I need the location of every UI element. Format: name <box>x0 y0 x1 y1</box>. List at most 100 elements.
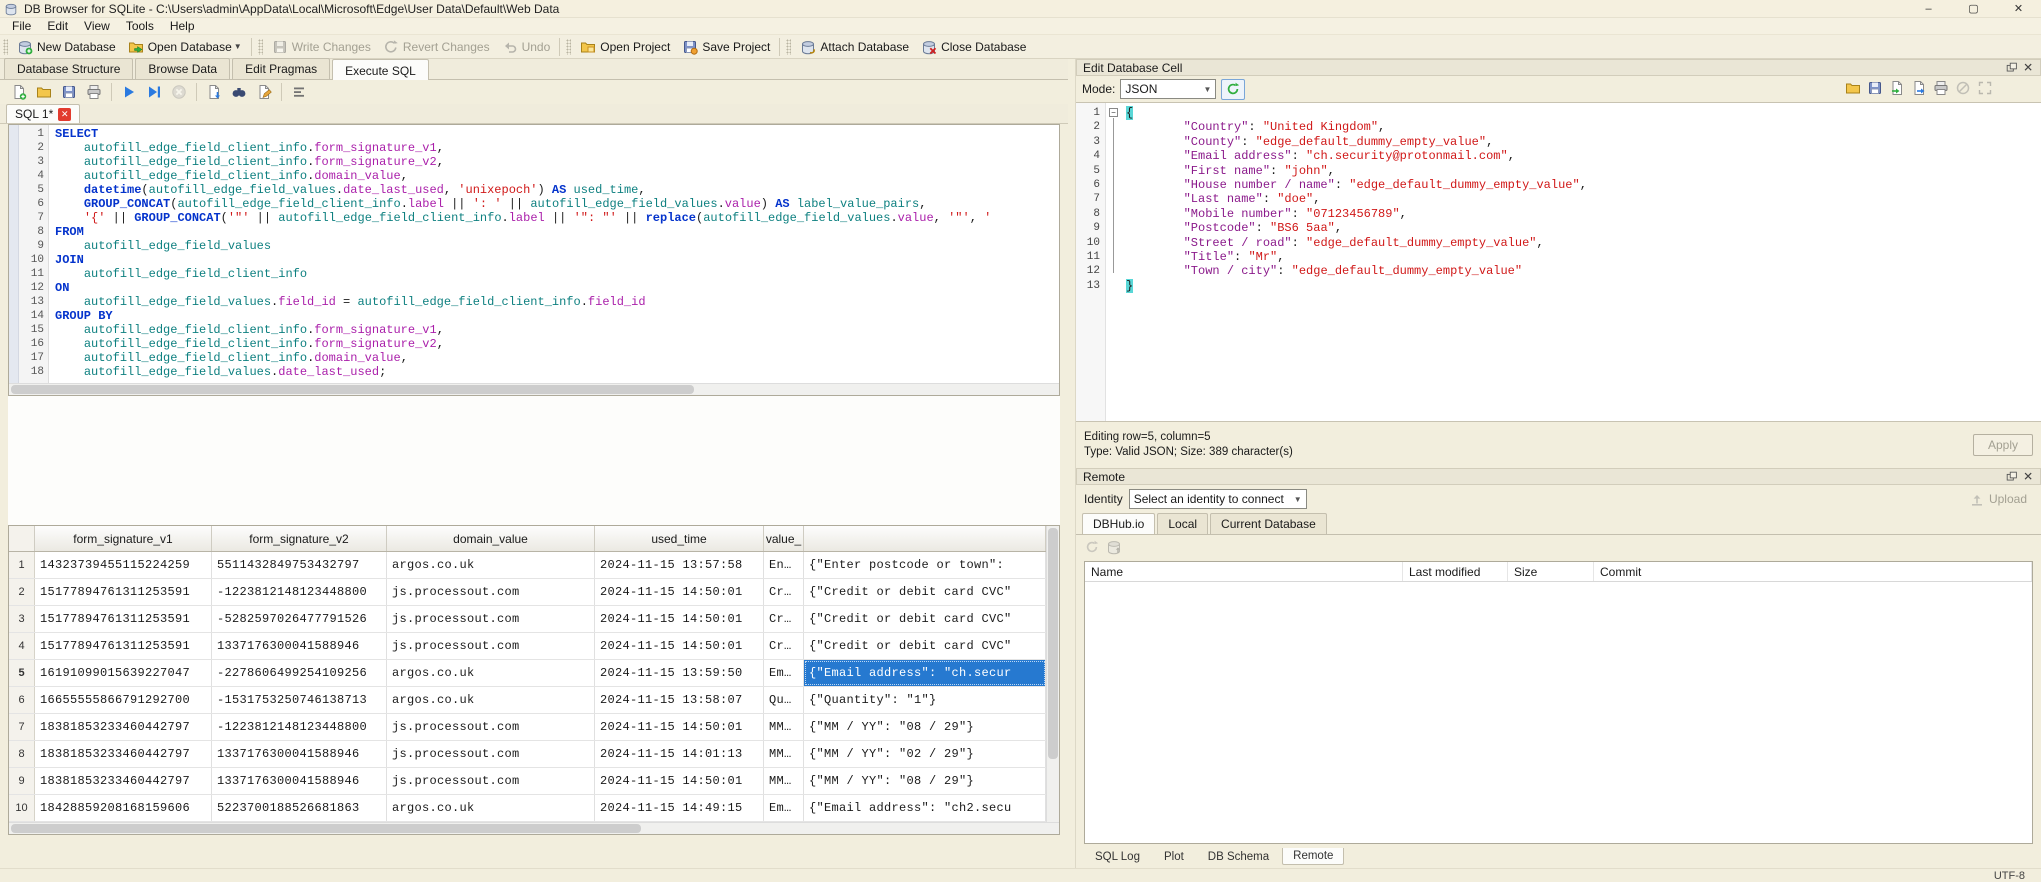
column-header-used_time[interactable]: used_time <box>595 526 764 551</box>
tab-execute-sql[interactable]: Execute SQL <box>332 59 429 80</box>
remote-tab-dbhub-io[interactable]: DBHub.io <box>1082 513 1156 534</box>
table-cell[interactable]: js.processout.com <box>387 768 595 794</box>
row-number[interactable]: 4 <box>9 633 35 659</box>
dock-tab-remote[interactable]: Remote <box>1282 848 1345 865</box>
table-cell[interactable]: En… <box>764 552 804 578</box>
save-sql-file-button[interactable] <box>58 81 80 103</box>
menu-file[interactable]: File <box>4 18 39 34</box>
table-cell[interactable]: js.processout.com <box>387 633 595 659</box>
panel-splitter[interactable] <box>1068 59 1075 868</box>
table-cell[interactable]: {"Credit or debit card CVC" <box>804 579 1046 605</box>
table-cell[interactable]: 16191099015639227047 <box>35 660 212 686</box>
table-cell[interactable]: {"MM / YY": "08 / 29"} <box>804 714 1046 740</box>
table-cell[interactable]: Cr… <box>764 633 804 659</box>
table-cell[interactable]: {"MM / YY": "08 / 29"} <box>804 768 1046 794</box>
table-cell[interactable]: -5282597026477791526 <box>212 606 387 632</box>
table-cell[interactable]: Cr… <box>764 606 804 632</box>
table-cell[interactable]: MM… <box>764 714 804 740</box>
export-button[interactable] <box>1911 80 1927 99</box>
table-cell[interactable]: argos.co.uk <box>387 660 595 686</box>
close-panel-icon[interactable] <box>2022 61 2036 75</box>
table-cell[interactable]: Qu… <box>764 687 804 713</box>
table-cell[interactable]: -1223812148123448800 <box>212 714 387 740</box>
dock-tab-sql-log[interactable]: SQL Log <box>1084 848 1151 866</box>
null-value-button[interactable] <box>1955 80 1971 99</box>
table-cell[interactable]: 2024-11-15 14:01:13 <box>595 741 764 767</box>
table-cell[interactable]: 5511432849753432797 <box>212 552 387 578</box>
sync-icon[interactable] <box>1084 539 1100 555</box>
open-file-button[interactable] <box>1845 80 1861 99</box>
table-cell[interactable]: 16655555866791292700 <box>35 687 212 713</box>
row-number[interactable]: 1 <box>9 552 35 578</box>
tab-database-structure[interactable]: Database Structure <box>4 58 134 79</box>
row-number[interactable]: 7 <box>9 714 35 740</box>
table-cell[interactable]: js.processout.com <box>387 741 595 767</box>
table-cell[interactable]: Em… <box>764 660 804 686</box>
open-database-button[interactable]: Open Database ▼ <box>122 36 248 58</box>
tab-edit-pragmas[interactable]: Edit Pragmas <box>232 58 331 79</box>
table-cell[interactable]: 2024-11-15 14:50:01 <box>595 714 764 740</box>
table-cell[interactable]: argos.co.uk <box>387 795 595 821</box>
mode-select[interactable]: JSON ▼ <box>1120 79 1217 99</box>
remote-tab-local[interactable]: Local <box>1157 513 1209 534</box>
minimize-button[interactable]: – <box>1906 0 1951 18</box>
table-cell[interactable]: -1531753250746138713 <box>212 687 387 713</box>
row-number[interactable]: 5 <box>9 660 35 686</box>
table-cell[interactable]: 15177894761311253591 <box>35 579 212 605</box>
revert-changes-button[interactable]: Revert Changes <box>377 36 496 58</box>
dock-tab-db-schema[interactable]: DB Schema <box>1197 848 1280 866</box>
table-cell[interactable]: {"Enter postcode or town": <box>804 552 1046 578</box>
print-button[interactable] <box>83 81 105 103</box>
table-cell[interactable]: Em… <box>764 795 804 821</box>
table-cell[interactable]: {"Email address": "ch2.secu <box>804 795 1046 821</box>
identity-select[interactable]: Select an identity to connect ▼ <box>1128 489 1307 509</box>
table-cell[interactable]: 1337176300041588946 <box>212 768 387 794</box>
table-cell[interactable]: 2024-11-15 14:50:01 <box>595 768 764 794</box>
save-results-button[interactable] <box>203 81 225 103</box>
new-database-button[interactable]: New Database <box>11 36 122 58</box>
table-cell[interactable]: 18381853233460442797 <box>35 714 212 740</box>
table-cell[interactable]: 18381853233460442797 <box>35 741 212 767</box>
remote-column-commit[interactable]: Commit <box>1594 562 2032 581</box>
column-header-domain_value[interactable]: domain_value <box>387 526 595 551</box>
remote-column-last-modified[interactable]: Last modified <box>1403 562 1508 581</box>
row-number[interactable]: 8 <box>9 741 35 767</box>
tab-browse-data[interactable]: Browse Data <box>135 58 231 79</box>
attach-database-button[interactable]: Attach Database <box>794 36 915 58</box>
execute-current-button[interactable] <box>143 81 165 103</box>
sql-editor[interactable]: 1 2 3 4 5 6 7 8 9 10 11 12 13 14 15 16 17 18 SELECT autof… <box>8 124 1060 396</box>
float-panel-icon[interactable] <box>2005 61 2019 75</box>
table-cell[interactable]: 15177894761311253591 <box>35 633 212 659</box>
grid-hscrollbar[interactable] <box>9 822 1059 834</box>
table-cell[interactable]: 2024-11-15 13:57:58 <box>595 552 764 578</box>
table-cell[interactable]: Cr… <box>764 579 804 605</box>
column-header-form_signature_v1[interactable]: form_signature_v1 <box>35 526 212 551</box>
execute-all-button[interactable] <box>118 81 140 103</box>
table-cell[interactable]: MM… <box>764 741 804 767</box>
find-button[interactable] <box>228 81 250 103</box>
table-cell[interactable]: 14323739455115224259 <box>35 552 212 578</box>
undo-button[interactable]: Undo <box>496 36 557 58</box>
table-cell[interactable]: -2278606499254109256 <box>212 660 387 686</box>
fold-collapse-icon[interactable]: − <box>1109 108 1118 117</box>
table-cell[interactable]: {"MM / YY": "02 / 29"} <box>804 741 1046 767</box>
table-cell[interactable]: 1337176300041588946 <box>212 633 387 659</box>
row-number[interactable]: 9 <box>9 768 35 794</box>
column-header-form_signature_v2[interactable]: form_signature_v2 <box>212 526 387 551</box>
table-cell[interactable]: 1337176300041588946 <box>212 741 387 767</box>
table-cell[interactable]: 5223700188526681863 <box>212 795 387 821</box>
print-button[interactable] <box>1933 80 1949 99</box>
table-cell[interactable]: js.processout.com <box>387 579 595 605</box>
apply-button[interactable]: Apply <box>1972 434 2033 456</box>
stop-button[interactable] <box>168 81 190 103</box>
row-number[interactable]: 2 <box>9 579 35 605</box>
grid-vscrollbar[interactable] <box>1046 526 1059 822</box>
write-changes-button[interactable]: Write Changes <box>266 36 377 58</box>
menu-tools[interactable]: Tools <box>118 18 162 34</box>
table-cell[interactable]: 2024-11-15 14:50:01 <box>595 579 764 605</box>
table-cell[interactable]: 18381853233460442797 <box>35 768 212 794</box>
json-code[interactable]: { "Country": "United Kingdom", "County":… <box>1124 103 2041 421</box>
sql-code[interactable]: SELECT autofill_edge_field_client_info.f… <box>49 125 1059 383</box>
maximize-button[interactable]: ▢ <box>1951 0 1996 18</box>
close-icon[interactable]: ✕ <box>58 107 72 121</box>
